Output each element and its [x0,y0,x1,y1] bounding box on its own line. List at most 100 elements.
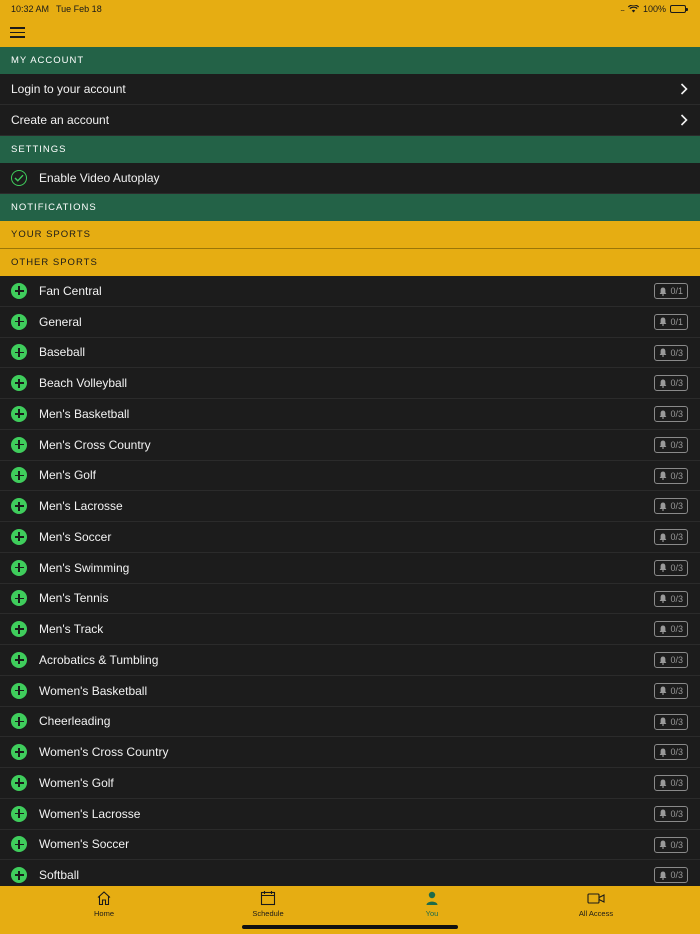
add-plus-icon[interactable] [11,405,27,422]
add-plus-icon[interactable] [11,313,27,330]
notification-count-badge[interactable]: 0/3 [654,775,688,791]
notification-count-badge[interactable]: 0/3 [654,805,688,822]
notification-count-badge[interactable]: 0/3 [654,682,688,699]
sport-row[interactable]: Women's Lacrosse 0/3 [0,798,700,830]
add-plus-icon[interactable] [11,836,27,853]
sport-name: Baseball [39,345,86,360]
sport-row[interactable]: Men's Golf 0/3 [0,460,700,492]
tab-home[interactable]: Home [64,890,144,918]
add-plus-icon[interactable] [11,651,27,668]
login-label: Login to your account [11,82,126,96]
notification-count: 0/3 [670,409,683,419]
add-plus-icon[interactable] [11,682,27,699]
notification-count: 0/3 [670,347,683,358]
bell-icon [660,871,667,880]
notification-count-badge[interactable]: 0/3 [654,467,688,484]
menu-icon[interactable] [10,27,25,38]
notification-count: 0/3 [670,501,683,512]
autoplay-row[interactable]: Enable Video Autoplay [0,163,700,194]
sport-row[interactable]: Men's Cross Country 0/3 [0,429,700,461]
sport-name: Women's Lacrosse [39,806,141,821]
bell-icon [660,717,667,726]
login-row[interactable]: Login to your account [0,74,700,105]
tab-you[interactable]: You [392,890,472,918]
notification-count: 0/3 [670,839,683,850]
sport-name: Acrobatics & Tumbling [39,652,159,667]
create-account-row[interactable]: Create an account [0,105,700,136]
sport-row[interactable]: Fan Central 0/1 [0,276,700,307]
notification-count-badge[interactable]: 0/3 [654,406,688,422]
bell-icon [660,840,667,849]
add-plus-icon[interactable] [11,867,27,884]
home-indicator[interactable] [242,925,458,929]
sport-row[interactable]: Acrobatics & Tumbling 0/3 [0,645,700,676]
notification-count-badge[interactable]: 0/3 [654,436,688,453]
notification-count-badge[interactable]: 0/1 [654,313,688,330]
add-plus-icon[interactable] [11,375,27,392]
sport-row[interactable]: Baseball 0/3 [0,337,700,369]
notification-count-badge[interactable]: 0/1 [654,283,688,299]
notification-count-badge[interactable]: 0/3 [654,375,688,392]
sport-row[interactable]: Women's Cross Country 0/3 [0,737,700,768]
add-plus-icon[interactable] [11,344,27,361]
status-date: Tue Feb 18 [56,4,102,14]
sport-row[interactable]: Men's Swimming 0/3 [0,552,700,584]
notification-count-badge[interactable]: 0/3 [654,498,688,515]
settings-header: SETTINGS [0,136,700,163]
sport-row[interactable]: Beach Volleyball 0/3 [0,368,700,399]
sports-list: Fan Central 0/1 General 0/1 Baseball 0/3… [0,276,700,891]
add-plus-icon[interactable] [11,559,27,576]
sport-row[interactable]: Men's Track 0/3 [0,614,700,645]
bell-icon [660,379,667,388]
add-plus-icon[interactable] [11,713,27,730]
notification-count: 0/3 [670,562,683,573]
bell-icon [660,748,667,757]
checkmark-circle-icon[interactable] [11,170,27,186]
notification-count: 0/3 [670,470,683,481]
notification-count-badge[interactable]: 0/3 [654,559,688,576]
add-plus-icon[interactable] [11,774,27,791]
sport-name: Men's Swimming [39,560,130,575]
notification-count: 0/3 [670,870,683,881]
sport-row[interactable]: General 0/1 [0,306,700,338]
notification-count-badge[interactable]: 0/3 [654,344,688,361]
add-plus-icon[interactable] [11,436,27,453]
sport-row[interactable]: Women's Basketball 0/3 [0,675,700,707]
tab-schedule[interactable]: Schedule [228,890,308,918]
chevron-right-icon [680,83,688,95]
add-plus-icon[interactable] [11,805,27,822]
notification-count-badge[interactable]: 0/3 [654,529,688,545]
sport-row[interactable]: Women's Golf 0/3 [0,768,700,799]
tab-all-access-label: All Access [578,909,614,918]
add-plus-icon[interactable] [11,282,27,299]
notification-count-badge[interactable]: 0/3 [654,621,688,638]
notification-count-badge[interactable]: 0/3 [654,713,688,730]
notification-count: 0/1 [670,316,683,327]
sport-row[interactable]: Men's Tennis 0/3 [0,583,700,615]
notification-count-badge[interactable]: 0/3 [654,836,688,853]
sport-row[interactable]: Men's Basketball 0/3 [0,399,700,430]
other-sports-header: OTHER SPORTS [0,248,700,276]
bell-icon [660,471,667,480]
sport-row[interactable]: Men's Lacrosse 0/3 [0,491,700,522]
add-plus-icon[interactable] [11,528,27,545]
add-plus-icon[interactable] [11,590,27,607]
add-plus-icon[interactable] [11,467,27,484]
tab-all-access[interactable]: All Access [556,890,636,918]
notification-count-badge[interactable]: 0/3 [654,867,688,884]
sport-row[interactable]: Cheerleading 0/3 [0,706,700,738]
sport-row[interactable]: Women's Soccer 0/3 [0,829,700,861]
add-plus-icon[interactable] [11,744,27,761]
notification-count-badge[interactable]: 0/3 [654,744,688,761]
add-plus-icon[interactable] [11,621,27,638]
notification-count: 0/3 [670,439,683,450]
sport-row[interactable]: Men's Soccer 0/3 [0,522,700,553]
notification-count-badge[interactable]: 0/3 [654,590,688,607]
create-account-label: Create an account [11,113,110,127]
bell-icon [660,502,667,511]
notification-count-badge[interactable]: 0/3 [654,652,688,668]
add-plus-icon[interactable] [11,498,27,515]
sport-name: Beach Volleyball [39,376,128,391]
notification-count: 0/3 [670,378,683,389]
tab-you-label: You [425,909,439,918]
